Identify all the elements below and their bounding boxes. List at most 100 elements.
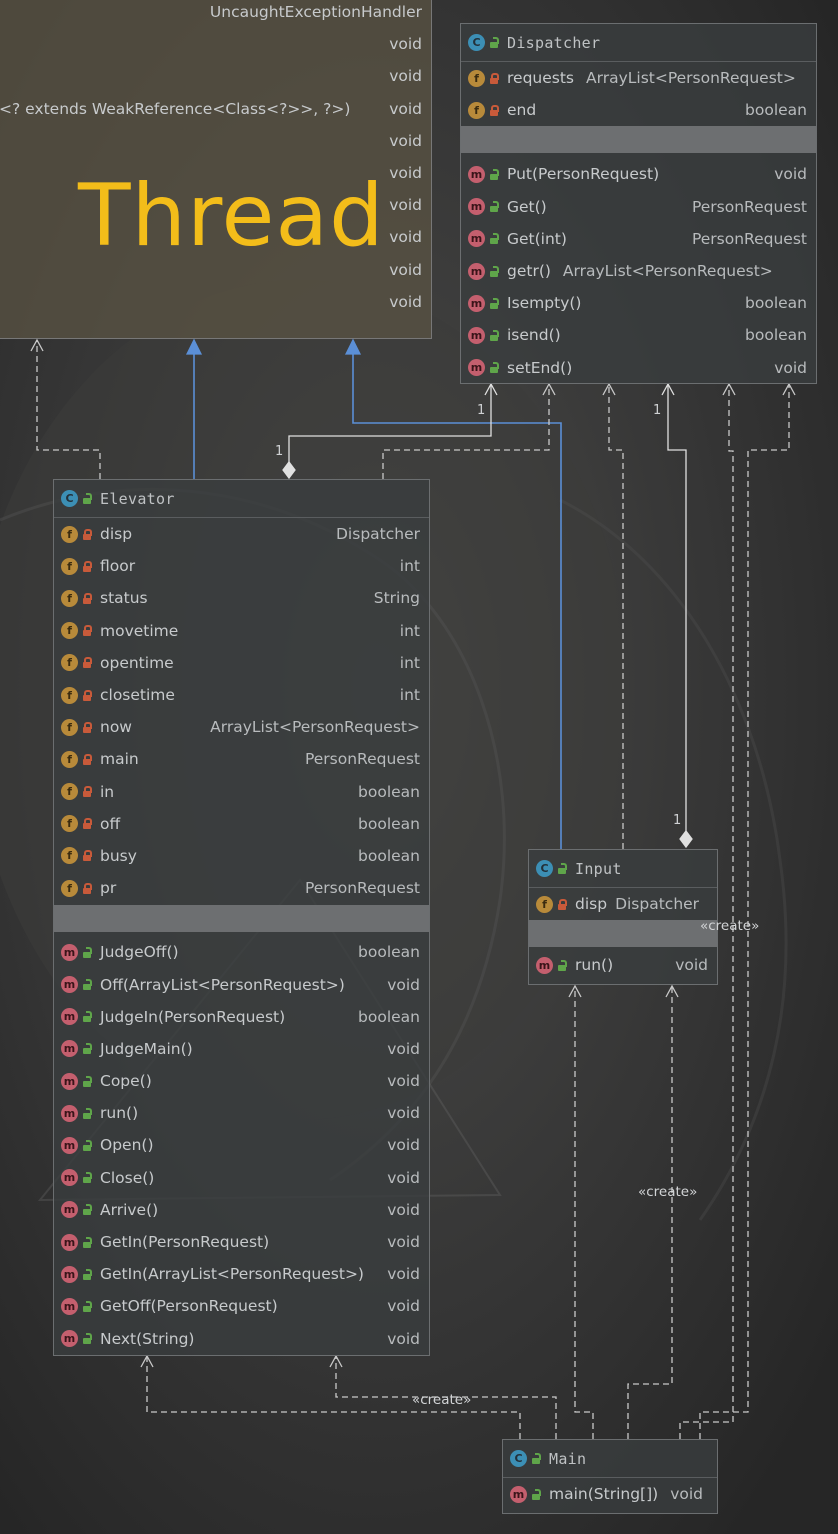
method-name: JudgeIn(PersonRequest) (100, 1007, 286, 1026)
field-type: boolean (745, 101, 807, 120)
field-name: off (100, 814, 121, 833)
method-icon: m (468, 326, 485, 344)
field-name: closetime (100, 686, 175, 705)
method-row[interactable]: m JudgeOff() boolean (54, 936, 429, 968)
method-row[interactable]: m GetIn(ArrayList<PersonRequest>) void (54, 1258, 429, 1290)
dispatcher-header: C Dispatcher (461, 24, 816, 62)
method-row[interactable]: m Get(int) PersonRequest (461, 223, 816, 255)
field-name: requests (507, 69, 574, 88)
field-row[interactable]: f pr PersonRequest (54, 872, 429, 904)
field-name: now (100, 718, 132, 737)
public-lock-icon (489, 168, 499, 180)
elevator-class-box[interactable]: C Elevator f disp Dispatcher f floor int f stat… (53, 479, 430, 1356)
method-icon: m (468, 165, 485, 183)
method-row[interactable]: m JudgeMain() void (54, 1033, 429, 1065)
method-row[interactable]: m GetIn(PersonRequest) void (54, 1226, 429, 1258)
field-row[interactable]: f requests ArrayList<PersonRequest> (461, 62, 816, 94)
field-row[interactable]: f disp Dispatcher (54, 518, 429, 550)
method-row[interactable]: m run() void (529, 949, 717, 981)
field-name: pr (100, 879, 117, 898)
field-type: int (399, 621, 420, 640)
field-type: PersonRequest (304, 750, 420, 769)
field-row[interactable]: f now ArrayList<PersonRequest> (54, 711, 429, 743)
method-icon: m (468, 198, 485, 216)
multiplicity-input: 1 (673, 813, 682, 828)
dispatcher-class-box[interactable]: C Dispatcher f requests ArrayList<Person… (460, 23, 817, 384)
method-icon: m (468, 262, 485, 280)
method-return-type: boolean (745, 294, 807, 313)
method-row[interactable]: m getr() ArrayList<PersonRequest> (461, 255, 816, 287)
method-icon: m (61, 1040, 78, 1058)
field-name: status (100, 589, 148, 608)
field-row[interactable]: f off boolean (54, 808, 429, 840)
elevator-header: C Elevator (54, 480, 429, 518)
main-class-box[interactable]: C Main m main(String[]) void (502, 1439, 718, 1514)
method-return-type: void (387, 1200, 420, 1219)
field-name: floor (100, 557, 136, 576)
field-row[interactable]: f opentime int (54, 647, 429, 679)
method-icon: m (61, 1008, 78, 1026)
dispatcher-divider (461, 126, 816, 154)
field-icon: f (61, 686, 78, 704)
elevator-fields: f disp Dispatcher f floor int f status String f mo… (54, 518, 429, 904)
field-icon: f (536, 895, 553, 913)
method-return-type: boolean (358, 1007, 420, 1026)
method-row[interactable]: m Open() void (54, 1129, 429, 1161)
method-name: GetIn(ArrayList<PersonRequest>) (100, 1265, 364, 1284)
input-class-box[interactable]: C Input f disp Dispatcher m run() void (528, 849, 718, 985)
main-input-dependency-line-2 (627, 986, 673, 1439)
method-name: setEnd() (507, 358, 573, 377)
input-aggregation-diamond (679, 829, 693, 849)
field-icon: f (61, 750, 78, 768)
public-lock-icon (82, 979, 92, 991)
field-row[interactable]: f disp Dispatcher (529, 888, 717, 920)
create-label-input: «create» (700, 918, 760, 934)
field-type: int (399, 686, 420, 705)
create-label-bottom: «create» (412, 1392, 472, 1408)
method-return-type: void (387, 1265, 420, 1284)
method-row[interactable]: m GetOff(PersonRequest) void (54, 1290, 429, 1322)
elevator-class-name: Elevator (100, 489, 175, 508)
field-type: boolean (358, 846, 420, 865)
method-row[interactable]: m run() void (54, 1097, 429, 1129)
public-lock-icon (489, 329, 499, 341)
field-icon: f (61, 589, 78, 607)
method-name: JudgeMain() (100, 1039, 193, 1058)
method-row[interactable]: m Next(String) void (54, 1323, 429, 1355)
method-row[interactable]: m setEnd() void (461, 352, 816, 384)
input-dispatcher-dependency-line (608, 384, 624, 849)
method-row[interactable]: m isend() boolean (461, 319, 816, 351)
field-icon: f (61, 557, 78, 575)
method-row[interactable]: m Put(PersonRequest) void (461, 158, 816, 190)
field-icon: f (61, 815, 78, 833)
method-row[interactable]: m Cope() void (54, 1065, 429, 1097)
field-row[interactable]: f end boolean (461, 94, 816, 126)
public-lock-icon (82, 1107, 92, 1119)
public-lock-icon (82, 1139, 92, 1151)
dispatcher-methods: m Put(PersonRequest) void m Get() PersonReque… (461, 158, 816, 383)
method-row[interactable]: m Close() void (54, 1162, 429, 1194)
field-row[interactable]: f in boolean (54, 776, 429, 808)
field-row[interactable]: f status String (54, 582, 429, 614)
field-row[interactable]: f busy boolean (54, 840, 429, 872)
field-row[interactable]: f floor int (54, 550, 429, 582)
method-row[interactable]: m Off(ArrayList<PersonRequest>) void (54, 968, 429, 1000)
field-row[interactable]: f movetime int (54, 615, 429, 647)
field-type: int (399, 557, 420, 576)
method-row[interactable]: m JudgeIn(PersonRequest) boolean (54, 1001, 429, 1033)
method-row[interactable]: m Arrive() void (54, 1194, 429, 1226)
public-lock-icon (557, 863, 567, 874)
method-return-type: void (387, 1136, 420, 1155)
dispatcher-class-name: Dispatcher (507, 33, 601, 52)
method-row[interactable]: m Get() PersonRequest (461, 191, 816, 223)
public-lock-icon (489, 362, 499, 374)
field-name: opentime (100, 653, 174, 672)
field-row[interactable]: f main PersonRequest (54, 743, 429, 775)
class-icon: C (510, 1450, 527, 1467)
method-row[interactable]: m main(String[]) void (503, 1478, 717, 1510)
field-row[interactable]: f closetime int (54, 679, 429, 711)
private-lock-icon (489, 104, 499, 116)
method-row[interactable]: m Isempty() boolean (461, 287, 816, 319)
method-return-type: void (670, 1485, 703, 1504)
field-name: busy (100, 846, 137, 865)
